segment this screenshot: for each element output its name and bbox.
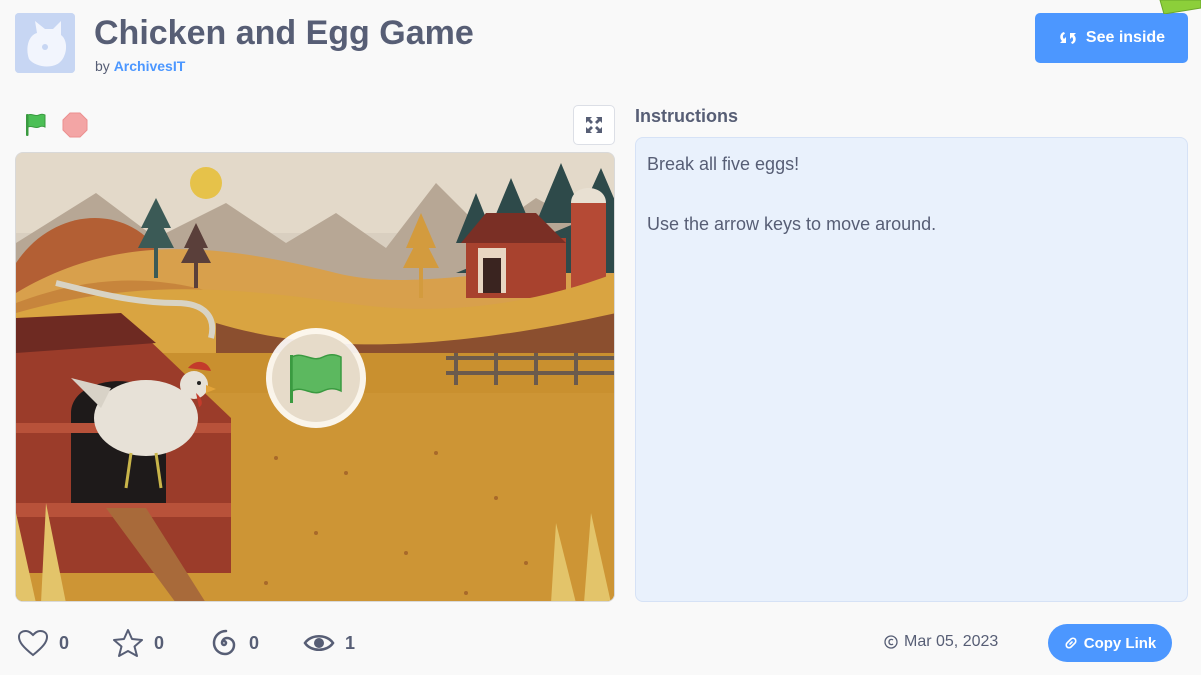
project-thumbnail[interactable] [15,13,75,73]
stage-scene-farm [16,153,614,601]
love-stat[interactable]: 0 [17,628,69,658]
project-footer: 0 0 0 1 Mar 05, 2023 Copy Link [0,620,1201,666]
remix-count: 0 [249,632,260,653]
remix-stat: 0 [209,628,259,658]
view-stat: 1 [303,628,355,658]
green-flag-icon[interactable] [20,110,50,140]
copy-link-label: Copy Link [1083,634,1157,652]
instructions-line: Break all five eggs! [647,154,800,174]
share-date: Mar 05, 2023 [884,633,998,651]
fullscreen-button[interactable] [573,105,615,145]
copy-link-button[interactable]: Copy Link [1048,624,1172,662]
cat-avatar-icon [15,13,75,73]
love-count: 0 [59,632,70,653]
see-inside-button[interactable]: See inside [1035,13,1188,63]
corner-tab-decoration [1159,0,1201,14]
project-header: Chicken and Egg Game by ArchivesIT See i… [0,0,1201,90]
start-flag-overlay [266,328,366,428]
remix-spiral-icon [212,629,236,656]
favorite-count: 0 [154,632,165,653]
stop-sign-icon[interactable] [61,111,89,139]
byline-prefix: by [95,58,110,74]
remix-icon [1059,32,1076,44]
instructions-line: Use the arrow keys to move around. [647,214,937,235]
see-inside-label: See inside [1085,29,1166,46]
star-icon [113,629,143,657]
favorite-stat[interactable]: 0 [112,628,164,658]
project-title: Chicken and Egg Game [94,14,474,52]
project-stage[interactable] [15,152,615,602]
sun-icon [190,167,222,199]
view-count: 1 [345,632,356,653]
author-link[interactable]: ArchivesIT [114,58,186,74]
fullscreen-icon [586,117,602,133]
date-text: Mar 05, 2023 [904,633,999,650]
project-byline: by ArchivesIT [95,58,185,74]
player-controls [15,105,615,145]
link-icon [1065,637,1077,649]
heart-icon [17,629,49,657]
instructions-heading: Instructions [635,106,739,126]
copyright-icon [884,635,898,649]
instructions-panel: Break all five eggs! Use the arrow keys … [635,137,1188,602]
eye-icon [303,635,335,651]
